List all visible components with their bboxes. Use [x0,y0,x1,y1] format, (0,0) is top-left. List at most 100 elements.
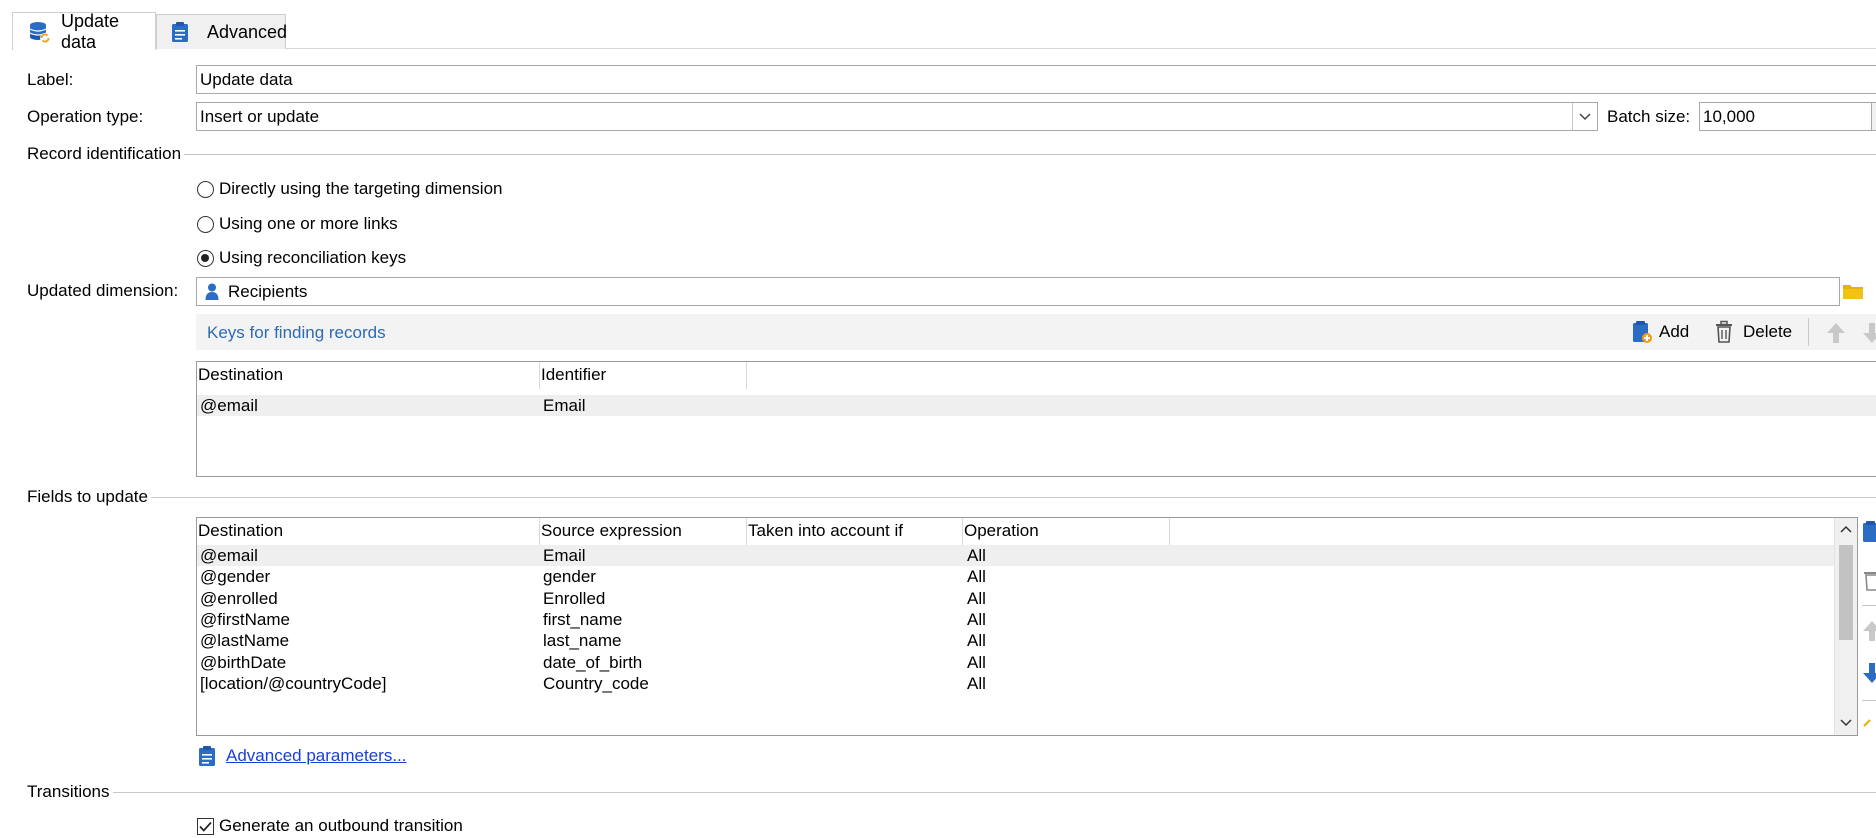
generate-transition-checkbox-row[interactable]: Generate an outbound transition [197,816,463,836]
cell-destination: @enrolled [200,588,278,608]
cell-condition [747,630,963,651]
scrollbar-thumb[interactable] [1839,545,1853,640]
tab-strip-divider [12,48,1876,49]
table-row[interactable]: @gender gender All [197,566,1834,587]
cell-source-expression: first_name [543,609,623,629]
table-row[interactable]: @firstName first_name All [197,609,1834,630]
updated-dimension-value: Recipients [228,281,308,301]
folder-icon[interactable] [1842,281,1864,301]
move-up-arrow-icon[interactable] [1826,322,1846,344]
cell-source-expression: last_name [543,631,622,651]
label-caption: Label: [27,70,74,89]
advanced-parameters-link[interactable]: Advanced parameters... [226,746,406,766]
batch-size-spinner[interactable] [1871,103,1876,130]
operation-type-value: Insert or update [200,106,320,126]
fields-add-icon[interactable] [1862,520,1876,544]
fields-move-down-icon[interactable] [1862,662,1876,684]
cell-condition [747,545,963,566]
cell-condition [747,652,963,673]
radio-reconciliation-keys[interactable]: Using reconciliation keys [197,248,406,268]
batch-size-input[interactable]: 10,000 [1699,102,1876,131]
cell-condition [747,673,963,694]
scroll-down-icon[interactable] [1840,719,1852,727]
updated-dimension-input[interactable]: Recipients [196,277,1840,306]
label-input[interactable]: Update data [196,65,1876,94]
operation-type-select[interactable]: Insert or update [196,102,1598,131]
operation-type-dropdown-button[interactable] [1572,103,1597,130]
column-header-destination[interactable]: Destination [197,362,540,389]
radio-button[interactable] [197,215,214,233]
advanced-parameters-link-row[interactable]: Advanced parameters... [198,745,406,767]
column-header-source-expression[interactable]: Source expression [540,518,747,545]
batch-size-value: 10,000 [1703,106,1755,126]
cell-condition [747,588,963,609]
column-header-operation[interactable]: Operation [963,518,1170,545]
radio-label: Using reconciliation keys [219,248,407,267]
trash-icon [1714,320,1734,344]
keys-add-button[interactable]: Add [1632,320,1689,344]
fields-delete-icon[interactable] [1862,568,1876,592]
updated-dimension-caption: Updated dimension: [27,281,179,300]
tab-update-data[interactable]: Update data [12,10,156,52]
cell-source-expression: date_of_birth [543,652,643,672]
cell-source-expression: Email [543,546,586,565]
batch-size-caption: Batch size: [1607,107,1691,126]
table-row[interactable]: @enrolled Enrolled All [197,588,1834,609]
cell-operation: All [967,609,986,629]
column-header-taken-into-account[interactable]: Taken into account if [747,518,963,545]
operation-type-caption: Operation type: [27,107,144,126]
move-down-arrow-icon[interactable] [1862,322,1876,344]
cell-destination: @birthDate [200,652,287,672]
label-value: Update data [200,69,293,89]
person-icon [205,283,219,301]
keys-delete-label: Delete [1743,322,1793,341]
column-header-identifier[interactable]: Identifier [540,362,747,389]
radio-using-links[interactable]: Using one or more links [197,214,398,234]
keys-delete-button[interactable]: Delete [1714,320,1792,344]
radio-button[interactable] [197,180,214,198]
tab-label: Update data [61,10,120,52]
fields-move-up-icon[interactable] [1862,620,1876,642]
database-sync-icon [29,20,51,44]
fields-grid-header: Destination Source expression Taken into… [197,518,1857,545]
cell-source-expression: Enrolled [543,588,606,608]
cell-operation: All [967,588,986,608]
cell-destination: @gender [200,567,271,587]
fields-more-icon[interactable] [1862,714,1876,730]
fields-grid: Destination Source expression Taken into… [196,517,1858,736]
cell-destination: [location/@countryCode] [200,673,387,693]
scroll-up-icon[interactable] [1840,525,1852,533]
record-identification-divider [27,154,1876,155]
generate-transition-label: Generate an outbound transition [219,816,463,835]
checkmark-icon [199,821,212,832]
cell-source-expression: gender [543,567,596,587]
cell-source-expression: Country_code [543,673,649,693]
table-row[interactable]: @birthDate date_of_birth All [197,652,1834,673]
table-row[interactable]: @email Email All [197,545,1834,566]
radio-label: Directly using the targeting dimension [219,179,503,198]
chevron-down-icon [1579,112,1591,120]
radio-directly-targeting[interactable]: Directly using the targeting dimension [197,179,502,199]
tab-advanced[interactable]: Advanced [156,14,288,49]
cell-operation: All [967,673,986,693]
table-row[interactable]: [location/@countryCode] Country_code All [197,673,1834,694]
cell-condition [747,566,963,587]
fields-scrollbar[interactable] [1834,518,1857,735]
record-identification-title: Record identification [27,144,185,164]
cell-operation: All [967,546,986,565]
cell-operation: All [967,652,986,672]
column-header-destination[interactable]: Destination [197,518,540,545]
generate-transition-checkbox[interactable] [197,817,214,835]
cell-condition [747,609,963,630]
radio-label: Using one or more links [219,214,398,233]
keys-grid: Destination Identifier @email Email [196,361,1876,477]
table-row[interactable]: @lastName last_name All [197,630,1834,651]
radio-button[interactable] [197,249,214,267]
clipboard-icon [171,21,189,43]
transitions-divider [27,792,1876,793]
toolbar-separator [1862,605,1876,606]
cell-operation: All [967,567,986,587]
table-row[interactable]: @email Email [197,395,1876,416]
tab-label: Advanced [207,21,288,42]
toolbar-separator [1862,700,1876,701]
